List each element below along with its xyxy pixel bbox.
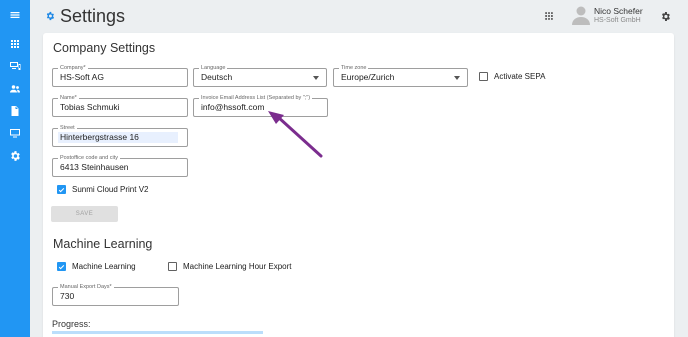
machine-learning-title: Machine Learning — [53, 237, 153, 251]
language-select[interactable]: Language Deutsch — [193, 64, 327, 87]
activate-sepa-checkbox[interactable]: Activate SEPA — [479, 72, 545, 81]
checkbox-box[interactable] — [57, 262, 66, 271]
machine-learning-checkbox[interactable]: Machine Learning — [57, 262, 136, 271]
chevron-down-icon — [313, 76, 319, 80]
apps-grid-icon[interactable] — [0, 33, 30, 55]
checkbox-box[interactable] — [168, 262, 177, 271]
invoice-email-field-label: Invoice Email Address List (Separated by… — [199, 94, 313, 102]
apps-grid-icon[interactable] — [542, 9, 556, 23]
check-icon — [58, 264, 65, 269]
machine-learning-label: Machine Learning — [72, 262, 136, 271]
sunmi-cloud-print-checkbox[interactable]: Sunmi Cloud Print V2 — [57, 185, 148, 194]
language-select-value: Deutsch — [201, 72, 233, 82]
name-field-label: Name* — [58, 94, 79, 102]
save-button[interactable]: SAVE — [51, 206, 118, 222]
ml-hour-export-checkbox[interactable]: Machine Learning Hour Export — [168, 262, 292, 271]
user-company: HS-Soft GmbH — [594, 17, 641, 24]
company-settings-title: Company Settings — [53, 41, 156, 55]
settings-card: Company Settings Company* HS-Soft AG Lan… — [43, 33, 674, 337]
name-field[interactable]: Name* Tobias Schmuki — [52, 94, 188, 117]
people-icon[interactable] — [0, 78, 30, 100]
invoice-email-field-value: info@hssoft.com — [201, 102, 265, 112]
devices-icon[interactable] — [0, 55, 30, 77]
timezone-select-label: Time zone — [339, 64, 369, 72]
menu-icon[interactable] — [0, 4, 30, 26]
invoice-email-field[interactable]: Invoice Email Address List (Separated by… — [193, 94, 328, 117]
timezone-select-value: Europe/Zurich — [341, 72, 395, 82]
company-field-value: HS-Soft AG — [60, 72, 104, 82]
checkbox-box[interactable] — [57, 185, 66, 194]
monitor-icon[interactable] — [0, 122, 30, 144]
page-title-text: Settings — [60, 5, 126, 26]
save-button-label: SAVE — [75, 211, 94, 217]
street-field[interactable]: Street Hinterbergstrasse 16 — [52, 124, 188, 147]
manual-export-days-value: 730 — [60, 291, 75, 301]
street-field-value: Hinterbergstrasse 16 — [60, 132, 139, 142]
page-title: Settings — [45, 5, 125, 27]
sidebar — [0, 0, 30, 337]
settings-icon[interactable] — [0, 145, 30, 167]
street-field-label: Street — [58, 124, 77, 132]
ml-hour-export-label: Machine Learning Hour Export — [183, 262, 292, 271]
manual-export-days-label: Manual Export Days* — [58, 283, 114, 291]
language-select-label: Language — [199, 64, 228, 72]
activate-sepa-label: Activate SEPA — [494, 72, 546, 81]
gear-icon[interactable] — [658, 9, 672, 23]
top-bar: Settings Nico Schefer HS-Soft GmbH — [30, 0, 688, 33]
company-field-label: Company* — [58, 64, 88, 72]
company-field[interactable]: Company* HS-Soft AG — [52, 64, 188, 87]
checkbox-box[interactable] — [479, 72, 488, 81]
progress-label: Progress: — [52, 319, 91, 329]
chevron-down-icon — [454, 76, 460, 80]
check-icon — [58, 187, 65, 192]
postoffice-field-label: Postoffice code and city — [58, 154, 120, 162]
user-name[interactable]: Nico Schefer — [594, 6, 643, 16]
postoffice-field[interactable]: Postoffice code and city 6413 Steinhause… — [52, 154, 188, 177]
progress-bar — [52, 331, 263, 334]
settings-gear-icon — [46, 11, 54, 21]
manual-export-days-field[interactable]: Manual Export Days* 730 — [52, 283, 179, 306]
avatar[interactable] — [572, 5, 590, 25]
postoffice-field-value: 6413 Steinhausen — [60, 162, 129, 172]
timezone-select[interactable]: Time zone Europe/Zurich — [333, 64, 468, 87]
name-field-value: Tobias Schmuki — [60, 102, 120, 112]
document-icon[interactable] — [0, 100, 30, 122]
sunmi-cloud-print-label: Sunmi Cloud Print V2 — [72, 185, 149, 194]
progress-bar-fill — [52, 331, 263, 334]
